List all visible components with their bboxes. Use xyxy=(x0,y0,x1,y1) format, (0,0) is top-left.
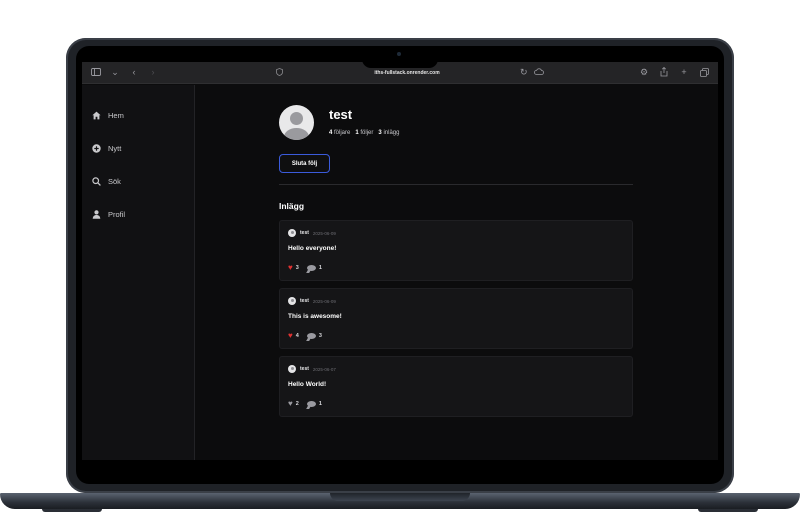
post-date: 2025-06-09 xyxy=(312,298,336,304)
comment-count: 1 xyxy=(318,265,322,271)
toolbar-right-controls: ⚙ + xyxy=(638,66,710,78)
comment-icon xyxy=(306,401,316,407)
home-icon xyxy=(92,111,101,120)
screen: ⌄ ‹ › iths-fullstack.onrender.com ↻ ⚙ + xyxy=(82,62,718,460)
sidebar-item-hem[interactable]: Hem xyxy=(92,111,124,120)
sidebar-item-profil[interactable]: Profil xyxy=(92,210,125,219)
comment-count: 3 xyxy=(318,333,322,339)
comment-icon xyxy=(306,333,316,339)
user-icon xyxy=(92,210,101,219)
heart-icon: ♥ xyxy=(288,331,293,340)
posts-label: inlägg xyxy=(383,130,400,136)
sidebar-item-label: Hem xyxy=(108,111,124,120)
like-count: 3 xyxy=(295,265,299,271)
forward-icon[interactable]: › xyxy=(147,66,159,78)
privacy-shield-icon[interactable] xyxy=(276,68,283,78)
heart-icon: ♥ xyxy=(288,399,293,408)
chevron-down-icon[interactable]: ⌄ xyxy=(109,66,121,78)
comment-icon xyxy=(306,265,316,271)
address-bar[interactable]: iths-fullstack.onrender.com ↻ xyxy=(272,66,544,80)
post-username[interactable]: test xyxy=(300,230,309,236)
following-label: följer xyxy=(360,130,374,136)
comment-button[interactable]: 1 xyxy=(306,265,322,271)
share-icon[interactable] xyxy=(658,66,670,78)
post-text: Hello everyone! xyxy=(288,245,337,252)
comment-button[interactable]: 1 xyxy=(306,401,322,407)
post-card[interactable]: test 2025-06-09 Hello everyone! ♥ 3 1 xyxy=(279,220,633,281)
like-count: 2 xyxy=(295,401,299,407)
sidebar-item-sok[interactable]: Sök xyxy=(92,177,121,186)
sidebar-item-label: Sök xyxy=(108,177,121,186)
avatar xyxy=(288,365,296,373)
unfollow-button[interactable]: Sluta följ xyxy=(279,154,330,173)
sidebar-toggle-icon[interactable] xyxy=(90,66,102,78)
camera-notch xyxy=(362,46,438,68)
search-icon xyxy=(92,177,101,186)
post-username[interactable]: test xyxy=(300,298,309,304)
posts-count: 3 xyxy=(378,130,382,136)
settings-icon[interactable]: ⚙ xyxy=(638,66,650,78)
cloud-icon[interactable] xyxy=(534,67,544,77)
comment-button[interactable]: 3 xyxy=(306,333,322,339)
url-text: iths-fullstack.onrender.com xyxy=(374,70,440,76)
sidebar-nav: Hem Nytt Sök Profil xyxy=(82,85,195,460)
sidebar-item-label: Nytt xyxy=(108,144,122,153)
avatar xyxy=(279,105,314,140)
divider xyxy=(279,184,633,185)
followers-count: 4 xyxy=(329,130,333,136)
main-content: test 4 följare 1 följer 3 inlägg Sluta f… xyxy=(196,85,718,460)
following-count: 1 xyxy=(355,130,359,136)
avatar xyxy=(288,229,296,237)
like-button[interactable]: ♥ 2 xyxy=(288,400,299,408)
new-tab-icon[interactable]: + xyxy=(678,66,690,78)
post-text: Hello World! xyxy=(288,381,327,388)
back-icon[interactable]: ‹ xyxy=(128,66,140,78)
post-date: 2025-06-07 xyxy=(312,366,336,372)
avatar xyxy=(288,297,296,305)
tabs-overview-icon[interactable] xyxy=(698,66,710,78)
post-username[interactable]: test xyxy=(300,366,309,372)
like-button[interactable]: ♥ 3 xyxy=(288,264,299,272)
laptop-foot xyxy=(698,509,758,512)
plus-circle-icon xyxy=(92,144,101,153)
followers-label: följare xyxy=(334,130,351,136)
post-text: This is awesome! xyxy=(288,313,342,320)
sidebar-item-label: Profil xyxy=(108,210,126,219)
posts-section-title: Inlägg xyxy=(279,201,305,211)
post-date: 2025-06-09 xyxy=(312,230,336,236)
laptop-foot xyxy=(42,509,102,512)
like-count: 4 xyxy=(295,333,299,339)
toolbar-left-controls: ⌄ ‹ › xyxy=(90,66,159,78)
post-card[interactable]: test 2025-06-09 This is awesome! ♥ 4 3 xyxy=(279,288,633,349)
profile-username: test xyxy=(329,107,353,122)
profile-stats: 4 följare 1 följer 3 inlägg xyxy=(329,130,399,136)
like-button[interactable]: ♥ 4 xyxy=(288,332,299,340)
sidebar-item-nytt[interactable]: Nytt xyxy=(92,144,121,153)
post-card[interactable]: test 2025-06-07 Hello World! ♥ 2 1 xyxy=(279,356,633,417)
laptop-hinge-groove xyxy=(330,493,470,501)
comment-count: 1 xyxy=(318,401,322,407)
heart-icon: ♥ xyxy=(288,263,293,272)
camera-icon xyxy=(397,52,401,56)
reload-icon[interactable]: ↻ xyxy=(520,67,528,78)
